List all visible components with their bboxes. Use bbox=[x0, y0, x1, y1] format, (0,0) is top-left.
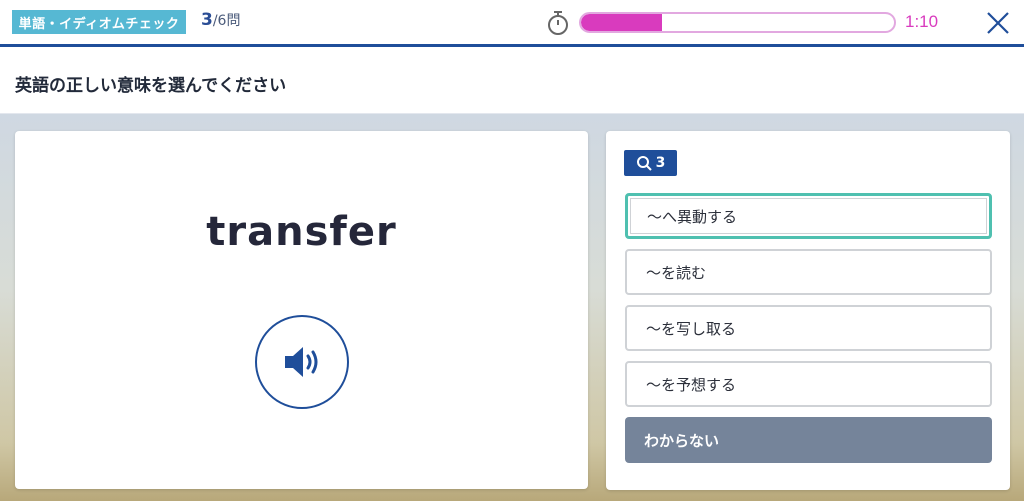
question-current: 3 bbox=[201, 10, 213, 30]
choice-2[interactable]: 〜を読む bbox=[625, 249, 992, 295]
target-word: transfer bbox=[206, 209, 397, 255]
question-total: /6問 bbox=[212, 13, 241, 29]
search-icon bbox=[636, 156, 652, 171]
choice-label: 〜を読む bbox=[646, 263, 707, 282]
choice-4[interactable]: 〜を予想する bbox=[625, 361, 992, 407]
play-audio-button[interactable] bbox=[255, 315, 349, 409]
close-icon[interactable] bbox=[985, 10, 1011, 36]
dont-know-label: わからない bbox=[644, 431, 720, 450]
choice-label: 〜を予想する bbox=[646, 375, 737, 394]
timer-progress-bar bbox=[579, 12, 896, 33]
stopwatch-icon bbox=[548, 11, 568, 35]
timer-progress-fill bbox=[581, 14, 663, 31]
top-bar: 単語・イディオムチェック 3 /6問 1:10 bbox=[0, 0, 1024, 44]
choice-label: 〜へ異動する bbox=[647, 207, 738, 226]
instruction-bar: 英語の正しい意味を選んでください bbox=[0, 47, 1024, 114]
speaker-icon bbox=[285, 347, 318, 377]
instruction-text: 英語の正しい意味を選んでください bbox=[15, 76, 287, 96]
choice-1[interactable]: 〜へ異動する bbox=[625, 193, 992, 239]
hint-badge[interactable]: 3 bbox=[624, 150, 677, 176]
choice-3[interactable]: 〜を写し取る bbox=[625, 305, 992, 351]
quiz-type-tag: 単語・イディオムチェック bbox=[12, 10, 186, 34]
word-card: transfer bbox=[15, 131, 588, 489]
time-remaining: 1:10 bbox=[905, 12, 939, 31]
choices-panel: 3 〜へ異動する 〜を読む 〜を写し取る 〜を予想する わからない bbox=[606, 131, 1010, 490]
hint-count: 3 bbox=[655, 155, 666, 171]
question-counter: 3 /6問 bbox=[201, 10, 240, 34]
dont-know-button[interactable]: わからない bbox=[625, 417, 992, 463]
choice-label: 〜を写し取る bbox=[646, 319, 737, 338]
